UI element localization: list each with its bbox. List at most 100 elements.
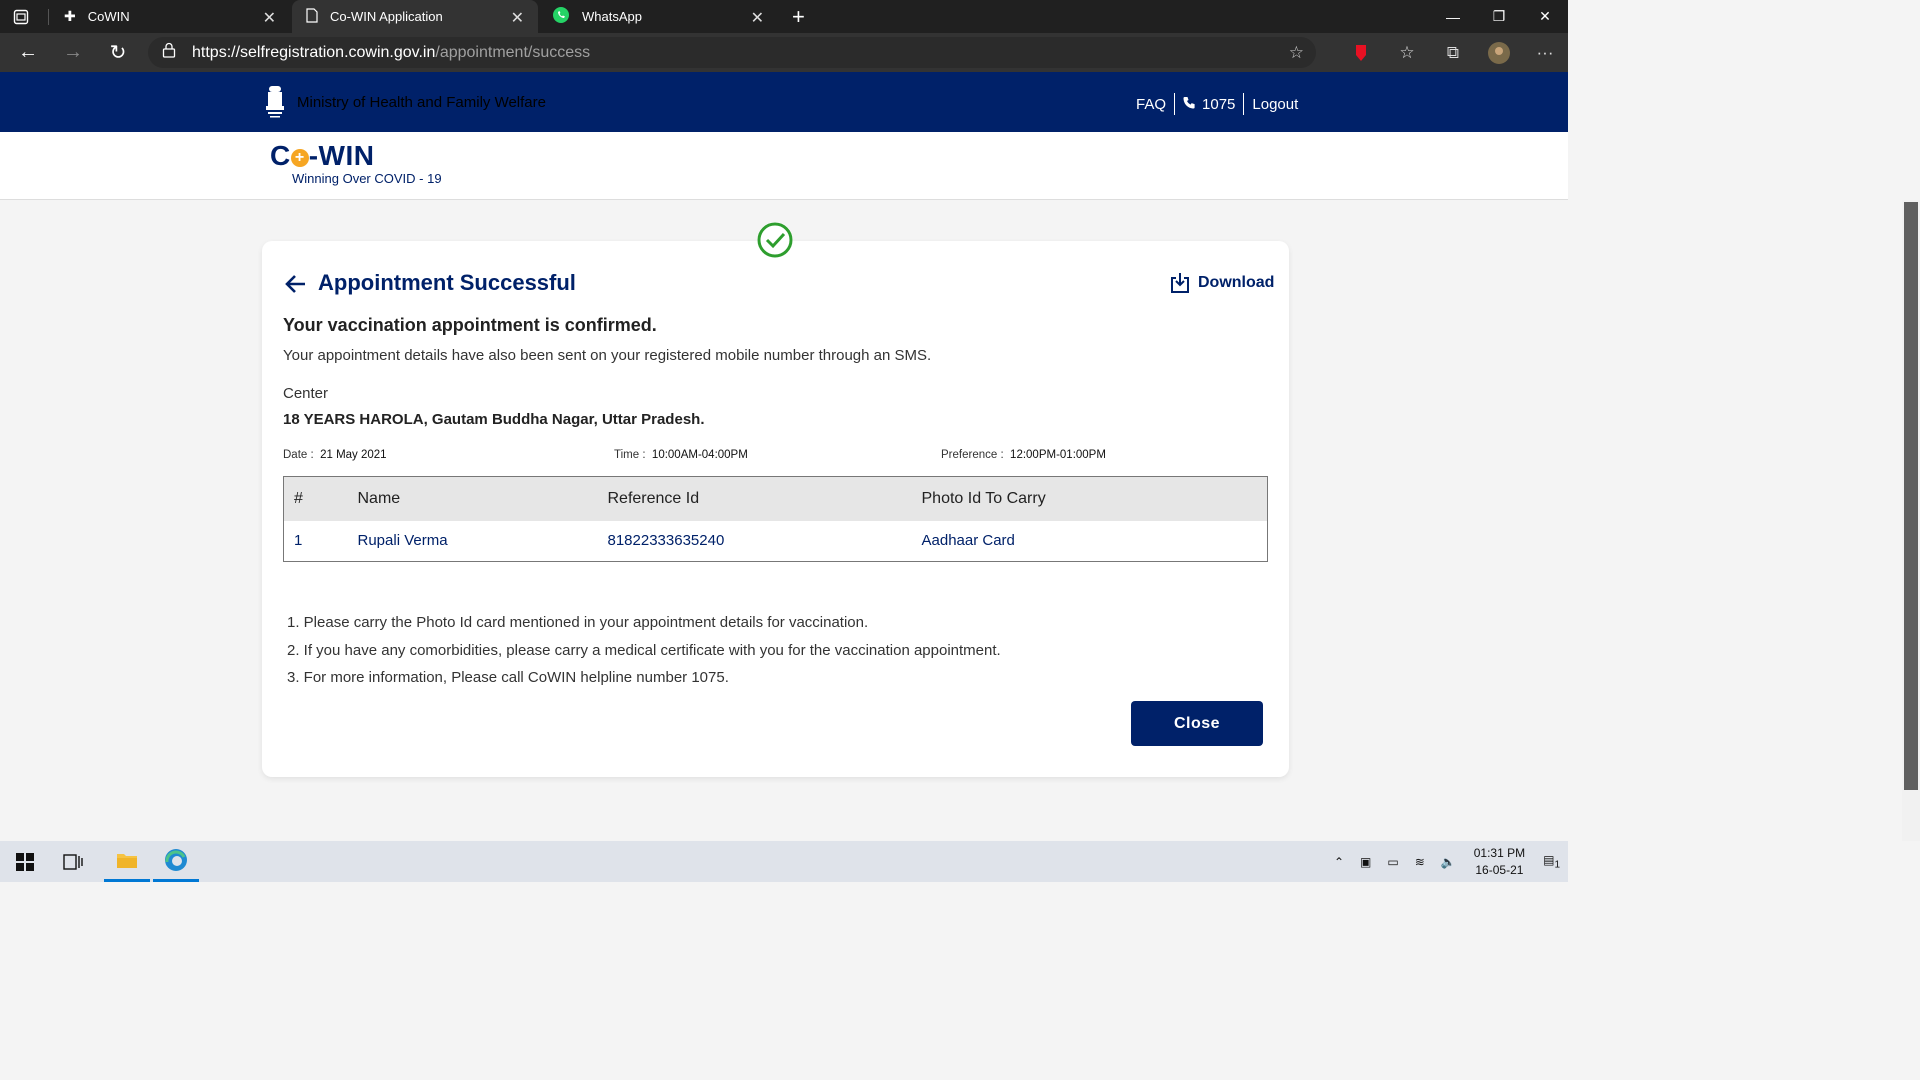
back-icon[interactable]: ← bbox=[17, 41, 39, 63]
phone-icon bbox=[1183, 96, 1196, 113]
column-header: Photo Id To Carry bbox=[921, 489, 1046, 507]
success-check-icon bbox=[757, 222, 793, 258]
download-label: Download bbox=[1198, 274, 1275, 291]
row-index: 1 bbox=[294, 532, 303, 550]
sms-note: Your appointment details have also been … bbox=[283, 347, 932, 364]
list-item: 1. Please carry the Photo Id card mentio… bbox=[287, 614, 869, 631]
meet-now-icon[interactable]: ▣ bbox=[1360, 855, 1371, 869]
favorites-icon[interactable]: ☆ bbox=[1384, 43, 1430, 63]
windows-start-icon[interactable] bbox=[2, 841, 48, 882]
system-clock[interactable]: 01:31 PM 16-05-21 bbox=[1474, 845, 1525, 879]
wifi-icon[interactable]: ≋ bbox=[1415, 855, 1425, 869]
page-icon bbox=[306, 7, 318, 26]
brand-bar bbox=[0, 132, 1568, 200]
center-label: Center bbox=[283, 385, 329, 402]
restore-icon[interactable]: ❐ bbox=[1476, 0, 1522, 33]
beneficiary-table: # Name Reference Id Photo Id To Carry 1 … bbox=[283, 476, 1268, 562]
refresh-icon[interactable]: ↻ bbox=[107, 41, 129, 64]
faq-link[interactable]: FAQ bbox=[1136, 96, 1166, 113]
tab-label: Co-WIN Application bbox=[330, 9, 443, 24]
government-header bbox=[0, 72, 1568, 132]
tab-label: CoWIN bbox=[87, 9, 130, 24]
browser-extensions: ☆ ⧉ ··· bbox=[1338, 33, 1568, 72]
table-row: 1 Rupali Verma 81822333635240 Aadhaar Ca… bbox=[284, 521, 1268, 562]
time-label: Time : bbox=[614, 449, 646, 461]
reference-id: 81822333635240 bbox=[607, 532, 725, 550]
tab-cowin[interactable]: ✚ CoWIN ✕ bbox=[50, 0, 290, 33]
download-button[interactable]: Download bbox=[1170, 272, 1274, 294]
date-value: 21 May 2021 bbox=[320, 449, 387, 461]
clock-time: 01:31 PM bbox=[1473, 845, 1526, 860]
tab-actions-icon[interactable] bbox=[10, 7, 32, 27]
task-view-icon[interactable] bbox=[50, 841, 96, 882]
close-button[interactable]: Close bbox=[1131, 701, 1263, 746]
divider bbox=[1243, 93, 1245, 115]
notification-icon[interactable]: ▤1 bbox=[1543, 853, 1560, 870]
page-title: Appointment Successful bbox=[318, 270, 576, 295]
scrollbar-thumb[interactable] bbox=[1904, 202, 1918, 790]
add-favorite-icon[interactable]: ☆ bbox=[1289, 43, 1304, 63]
logo-win: -WIN bbox=[308, 140, 375, 171]
logo-co: C bbox=[270, 140, 291, 171]
confirmation-heading: Your vaccination appointment is confirme… bbox=[283, 315, 657, 335]
lock-icon bbox=[162, 42, 178, 63]
instructions-list: 1. Please carry the Photo Id card mentio… bbox=[287, 609, 1001, 692]
logout-link[interactable]: Logout bbox=[1252, 96, 1298, 113]
back-arrow-icon[interactable] bbox=[284, 272, 308, 296]
list-item: 3. For more information, Please call CoW… bbox=[287, 669, 729, 686]
beneficiary-name: Rupali Verma bbox=[357, 532, 448, 550]
extension-icon[interactable] bbox=[1338, 44, 1384, 62]
battery-icon[interactable]: ▭ bbox=[1387, 855, 1398, 869]
preference-field: Preference : 12:00PM-01:00PM bbox=[941, 449, 1106, 461]
file-explorer-icon[interactable] bbox=[104, 841, 150, 882]
new-tab-button[interactable]: + bbox=[778, 0, 818, 33]
preference-value: 12:00PM-01:00PM bbox=[1010, 449, 1106, 461]
browser-toolbar: ← → ↻ https://selfregistration.cowin.gov… bbox=[0, 33, 1568, 72]
address-bar[interactable]: https://selfregistration.cowin.gov.in/ap… bbox=[148, 37, 1316, 68]
url-host: https://selfregistration.cowin.gov.in bbox=[192, 43, 436, 61]
national-emblem-icon bbox=[262, 84, 288, 120]
ministry-title: Ministry of Health and Family Welfare bbox=[297, 94, 546, 111]
forward-icon[interactable]: → bbox=[62, 41, 84, 63]
close-tab-icon[interactable]: ✕ bbox=[511, 8, 524, 28]
date-field: Date : 21 May 2021 bbox=[283, 449, 387, 461]
more-icon[interactable]: ··· bbox=[1522, 43, 1568, 63]
table-header-row: # Name Reference Id Photo Id To Carry bbox=[283, 476, 1268, 521]
column-header: Reference Id bbox=[607, 489, 700, 507]
browser-tab-strip: ✚ CoWIN ✕ Co-WIN Application ✕ WhatsApp … bbox=[0, 0, 1568, 33]
close-window-icon[interactable]: ✕ bbox=[1522, 0, 1568, 33]
minimize-icon[interactable]: — bbox=[1430, 0, 1476, 33]
profile-avatar[interactable] bbox=[1476, 41, 1522, 65]
center-value: 18 YEARS HAROLA, Gautam Buddha Nagar, Ut… bbox=[283, 411, 705, 428]
tab-separator bbox=[48, 9, 49, 25]
close-tab-icon[interactable]: ✕ bbox=[263, 8, 276, 28]
system-tray: ⌃ ▣ ▭ ≋ 🔈 01:31 PM 16-05-21 ▤1 bbox=[1326, 841, 1568, 882]
tab-whatsapp[interactable]: WhatsApp ✕ bbox=[538, 0, 778, 33]
preference-label: Preference : bbox=[941, 449, 1004, 461]
time-field: Time : 10:00AM-04:00PM bbox=[614, 449, 748, 461]
helpline-number[interactable]: 1075 bbox=[1202, 96, 1235, 113]
header-links: FAQ 1075 Logout bbox=[1136, 93, 1298, 115]
clock-date: 16-05-21 bbox=[1475, 862, 1524, 877]
volume-icon[interactable]: 🔈 bbox=[1441, 855, 1456, 869]
cowin-icon: ✚ bbox=[64, 8, 76, 24]
tab-cowin-application[interactable]: Co-WIN Application ✕ bbox=[292, 0, 538, 33]
edge-browser-icon[interactable] bbox=[153, 841, 199, 882]
close-tab-icon[interactable]: ✕ bbox=[751, 8, 764, 28]
whatsapp-icon bbox=[552, 6, 570, 27]
notification-count: 1 bbox=[1554, 859, 1560, 871]
column-header: Name bbox=[357, 489, 401, 507]
url-path: /appointment/success bbox=[435, 43, 591, 61]
download-icon bbox=[1171, 273, 1189, 293]
cowin-logo[interactable]: C + -WIN bbox=[270, 140, 375, 172]
divider bbox=[1174, 93, 1176, 115]
tab-label: WhatsApp bbox=[582, 9, 642, 24]
collections-icon[interactable]: ⧉ bbox=[1430, 43, 1476, 63]
logo-plus-icon: + bbox=[290, 148, 309, 167]
window-controls: — ❐ ✕ bbox=[1430, 0, 1568, 33]
column-header: # bbox=[294, 489, 303, 507]
logo-tagline: Winning Over COVID - 19 bbox=[292, 171, 442, 186]
chevron-up-icon[interactable]: ⌃ bbox=[1334, 855, 1344, 869]
photo-id: Aadhaar Card bbox=[921, 532, 1015, 550]
windows-taskbar: ⌃ ▣ ▭ ≋ 🔈 01:31 PM 16-05-21 ▤1 bbox=[0, 841, 1568, 882]
